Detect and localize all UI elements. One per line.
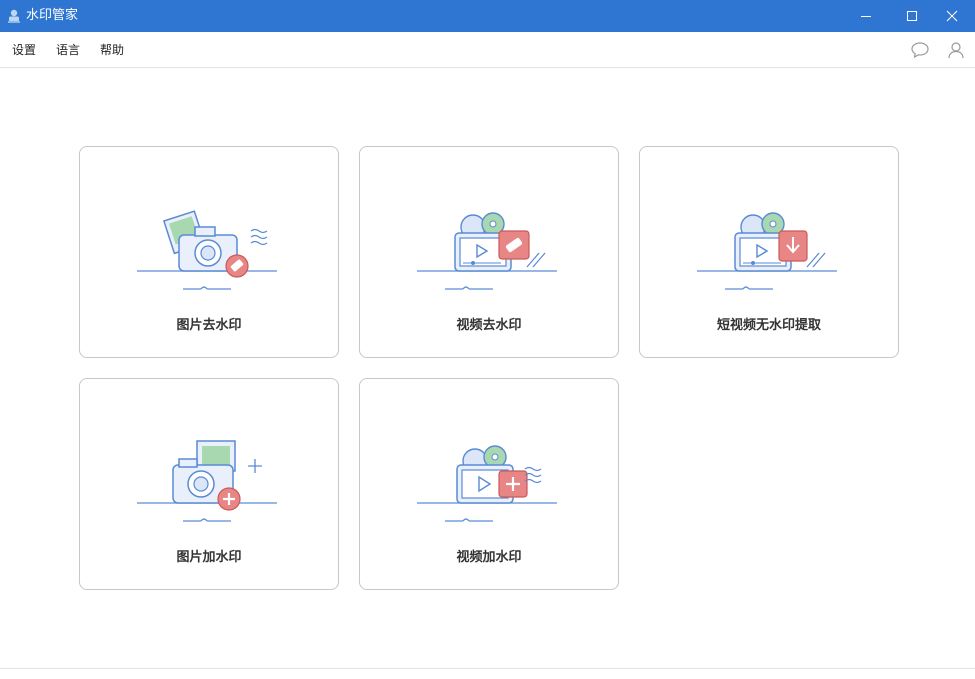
card-label: 视频加水印 xyxy=(456,550,522,565)
user-icon[interactable] xyxy=(946,40,966,60)
menu-language[interactable]: 语言 xyxy=(56,42,80,58)
photo-eraser-icon xyxy=(137,210,277,290)
video-add-icon xyxy=(417,445,557,522)
video-eraser-icon xyxy=(417,212,557,290)
title-bar: 水印管家 xyxy=(0,0,975,32)
minimize-button[interactable] xyxy=(843,0,889,32)
card-add-image-watermark[interactable]: 图片加水印 xyxy=(79,378,339,590)
photo-add-icon xyxy=(137,440,277,522)
close-button[interactable] xyxy=(929,0,975,32)
app-logo-icon xyxy=(8,9,20,23)
chat-bubble-icon[interactable] xyxy=(910,40,930,60)
card-remove-video-watermark[interactable]: 视频去水印 xyxy=(359,146,619,358)
card-label: 图片加水印 xyxy=(176,550,242,565)
video-download-icon xyxy=(697,212,837,290)
card-add-video-watermark[interactable]: 视频加水印 xyxy=(359,378,619,590)
window-title: 水印管家 xyxy=(26,8,79,23)
card-extract-short-video[interactable]: 短视频无水印提取 xyxy=(639,146,899,358)
footer-divider xyxy=(0,668,975,669)
card-label: 视频去水印 xyxy=(456,318,522,333)
card-remove-image-watermark[interactable]: 图片去水印 xyxy=(79,146,339,358)
menu-help[interactable]: 帮助 xyxy=(100,42,124,58)
menu-settings[interactable]: 设置 xyxy=(12,42,36,58)
close-icon xyxy=(946,10,958,22)
card-label: 图片去水印 xyxy=(176,318,242,333)
maximize-icon xyxy=(907,11,917,21)
minimize-icon xyxy=(861,16,871,17)
card-label: 短视频无水印提取 xyxy=(716,318,821,333)
menu-bar: 设置 语言 帮助 xyxy=(0,32,975,68)
